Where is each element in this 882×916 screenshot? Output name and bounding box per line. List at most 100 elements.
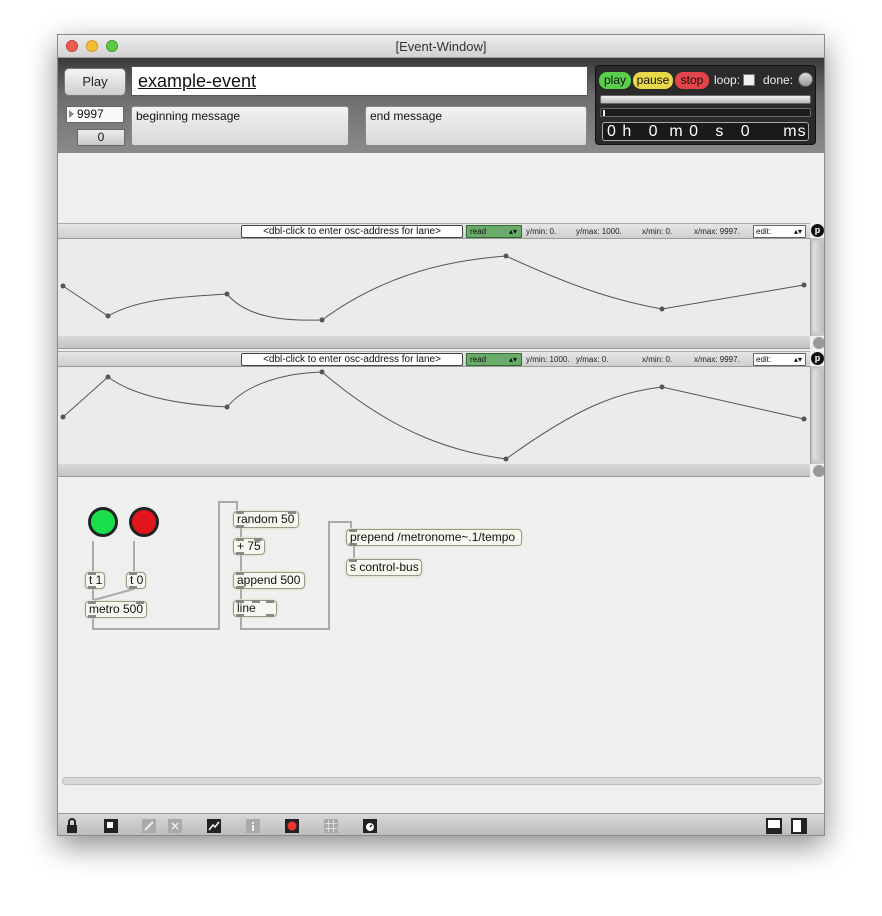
delete-icon[interactable] <box>167 818 183 834</box>
lane-1-mode-select[interactable]: read ▴▾ <box>466 225 522 238</box>
lane-1-curve[interactable] <box>58 239 810 336</box>
trigger-1-object[interactable]: t 1 <box>85 572 105 589</box>
send-label: s control-bus <box>350 560 419 574</box>
lane-1-breakpoint[interactable] <box>224 291 230 297</box>
lane-2-vertical-scrollbar[interactable] <box>810 366 824 464</box>
lane-1-breakpoint[interactable] <box>659 306 665 312</box>
grid-icon[interactable] <box>323 818 339 834</box>
stop-bang-button[interactable] <box>129 507 159 537</box>
transport-play-button[interactable]: play <box>599 72 631 89</box>
end-message-box[interactable]: end message <box>365 106 587 146</box>
lane-2-ymax: y/max: 0. <box>576 355 609 364</box>
add-label: + 75 <box>237 539 261 553</box>
lane-2-toolbar: <dbl-click to enter osc-address for lane… <box>58 351 810 367</box>
offset-number-box[interactable]: 0 <box>77 129 125 146</box>
done-label: done: <box>763 73 794 87</box>
offset-value: 0 <box>97 130 105 144</box>
updown-arrow-icon: ▴▾ <box>793 227 802 236</box>
loop-label: loop: <box>714 73 741 87</box>
lane-1-breakpoint[interactable] <box>503 253 509 259</box>
lane-2-curve-editor[interactable] <box>58 367 810 465</box>
trigger-1-label: t 1 <box>89 573 103 587</box>
lane-1-breakpoint[interactable] <box>319 317 325 323</box>
lane-1-pattr-icon[interactable]: p <box>811 224 824 237</box>
lane-1-edit-select[interactable]: edit: ▴▾ <box>753 225 806 238</box>
begin-message-box[interactable]: beginning message <box>131 106 349 146</box>
updown-arrow-icon: ▴▾ <box>508 227 517 236</box>
lane-2-mode-select[interactable]: read ▴▾ <box>466 353 522 366</box>
lane-1-scroll-knob[interactable] <box>813 337 824 349</box>
lane-1-scroll-thumb[interactable] <box>813 240 824 334</box>
window-title: [Event-Window] <box>395 39 487 54</box>
trigger-0-object[interactable]: t 0 <box>126 572 146 589</box>
presentation-icon[interactable] <box>103 818 119 834</box>
lane-2-xmin: x/min: 0. <box>642 355 673 364</box>
loop-checkbox[interactable] <box>743 74 755 86</box>
lane-2-breakpoint[interactable] <box>319 369 325 375</box>
updown-arrow-icon: ▴▾ <box>793 355 802 364</box>
duration-number-box[interactable]: 9997 <box>66 106 124 123</box>
patcher-canvas[interactable]: t 1 t 0 metro 500 random 50 + 75 append … <box>58 483 824 793</box>
lane-1-ymax: y/max: 1000. <box>576 227 622 236</box>
lane-2-mode-value: read <box>470 355 487 364</box>
play-button[interactable]: Play <box>64 68 126 96</box>
lane-1-vertical-scrollbar[interactable] <box>810 238 824 336</box>
lane-2-ymin: y/min: 1000. <box>526 355 570 364</box>
lane-2-scroll-knob[interactable] <box>813 465 824 477</box>
append-label: append 500 <box>237 573 301 587</box>
bottom-toolbar <box>58 813 824 835</box>
lane-1-breakpoint[interactable] <box>801 282 807 288</box>
lane-1-toolbar: <dbl-click to enter osc-address for lane… <box>58 223 810 239</box>
line-label: line <box>237 601 256 615</box>
progress-slider[interactable] <box>600 108 811 117</box>
lane-2-edit-select[interactable]: edit: ▴▾ <box>753 353 806 366</box>
lane-2-breakpoint[interactable] <box>503 456 509 462</box>
updown-arrow-icon: ▴▾ <box>508 355 517 364</box>
lane-1-mode-value: read <box>470 227 487 236</box>
lane-1-curve-editor[interactable] <box>58 239 810 337</box>
send-object[interactable]: s control-bus <box>346 559 422 576</box>
random-object[interactable]: random 50 <box>233 511 299 528</box>
trigger-0-label: t 0 <box>130 573 144 587</box>
record-icon[interactable] <box>284 818 300 834</box>
lane-1-scrollbar[interactable] <box>58 336 810 349</box>
lane-2-breakpoint[interactable] <box>801 416 807 422</box>
lane-1-breakpoint[interactable] <box>60 283 66 289</box>
position-slider[interactable] <box>600 95 811 104</box>
lane-2-pattr-icon[interactable]: p <box>811 352 824 365</box>
lane-2-edit-value: edit: <box>756 355 772 364</box>
lane-2-curve[interactable] <box>58 367 810 464</box>
lane-2-osc-address[interactable]: <dbl-click to enter osc-address for lane… <box>241 353 463 366</box>
transport-pause-button[interactable]: pause <box>633 72 673 89</box>
event-name-field[interactable]: example-event <box>131 66 588 96</box>
start-button[interactable] <box>88 507 118 537</box>
lane-2-breakpoint[interactable] <box>105 374 111 380</box>
edit-tools-icon[interactable] <box>141 818 157 834</box>
lane-1-ymin: y/min: 0. <box>526 227 557 236</box>
lane-1-osc-address[interactable]: <dbl-click to enter osc-address for lane… <box>241 225 463 238</box>
prepend-object[interactable]: prepend /metronome~.1/tempo <box>346 529 522 546</box>
patcher-horizontal-scrollbar[interactable] <box>62 777 822 785</box>
info-icon[interactable] <box>245 818 261 834</box>
single-view-icon[interactable] <box>791 818 807 834</box>
clock-settings-icon[interactable] <box>362 818 378 834</box>
lane-1-xmax: x/max: 9997. <box>694 227 740 236</box>
lane-2-breakpoint[interactable] <box>60 414 66 420</box>
transport-stop-button[interactable]: stop <box>675 72 709 89</box>
metro-object[interactable]: metro 500 <box>85 601 147 618</box>
random-label: random 50 <box>237 512 295 526</box>
lane-1-breakpoint[interactable] <box>105 313 111 319</box>
lane-2-breakpoint[interactable] <box>659 384 665 390</box>
append-object[interactable]: append 500 <box>233 572 305 589</box>
lane-1-edit-value: edit: <box>756 227 772 236</box>
line-object[interactable]: line <box>233 600 277 617</box>
lane-2-scrollbar[interactable] <box>58 464 810 477</box>
time-display: 0 h 0 m 0 s 0 ms <box>602 122 809 141</box>
add-object[interactable]: + 75 <box>233 538 265 555</box>
metro-label: metro 500 <box>89 602 144 616</box>
lane-2-scroll-thumb[interactable] <box>813 368 824 462</box>
lock-icon[interactable] <box>64 818 80 834</box>
chart-icon[interactable] <box>206 818 222 834</box>
lane-2-breakpoint[interactable] <box>224 404 230 410</box>
split-view-icon[interactable] <box>766 818 782 834</box>
